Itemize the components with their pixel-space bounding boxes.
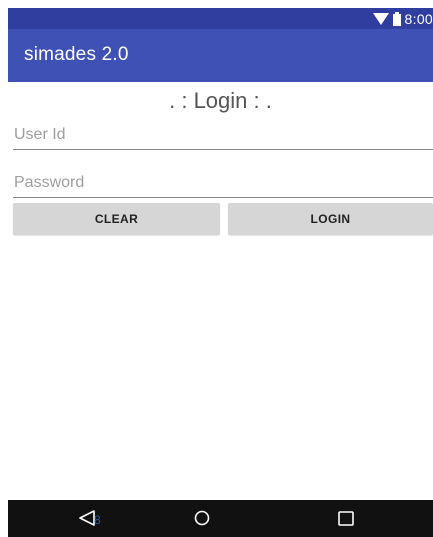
userid-field[interactable] [13, 120, 433, 150]
login-button[interactable]: LOGIN [228, 203, 433, 235]
status-bar: 8:00 [8, 8, 433, 29]
recents-icon[interactable] [338, 511, 354, 531]
page: 8:00 simades 2.0 . : Login : . CLEAR LOG… [0, 0, 433, 537]
clear-button[interactable]: CLEAR [13, 203, 220, 235]
navigation-bar: 8 [8, 500, 433, 537]
password-field[interactable] [13, 168, 433, 198]
status-clock: 8:00 [404, 11, 433, 27]
nav-badge: 8 [94, 513, 101, 527]
phone-screen: 8:00 simades 2.0 . : Login : . CLEAR LOG… [8, 8, 433, 537]
status-icons: 8:00 [372, 10, 433, 28]
app-bar: simades 2.0 [8, 29, 433, 82]
battery-icon [392, 12, 401, 26]
home-icon[interactable] [194, 510, 210, 531]
app-title: simades 2.0 [24, 44, 129, 65]
login-heading: . : Login : . [169, 88, 272, 113]
wifi-icon [372, 13, 389, 25]
